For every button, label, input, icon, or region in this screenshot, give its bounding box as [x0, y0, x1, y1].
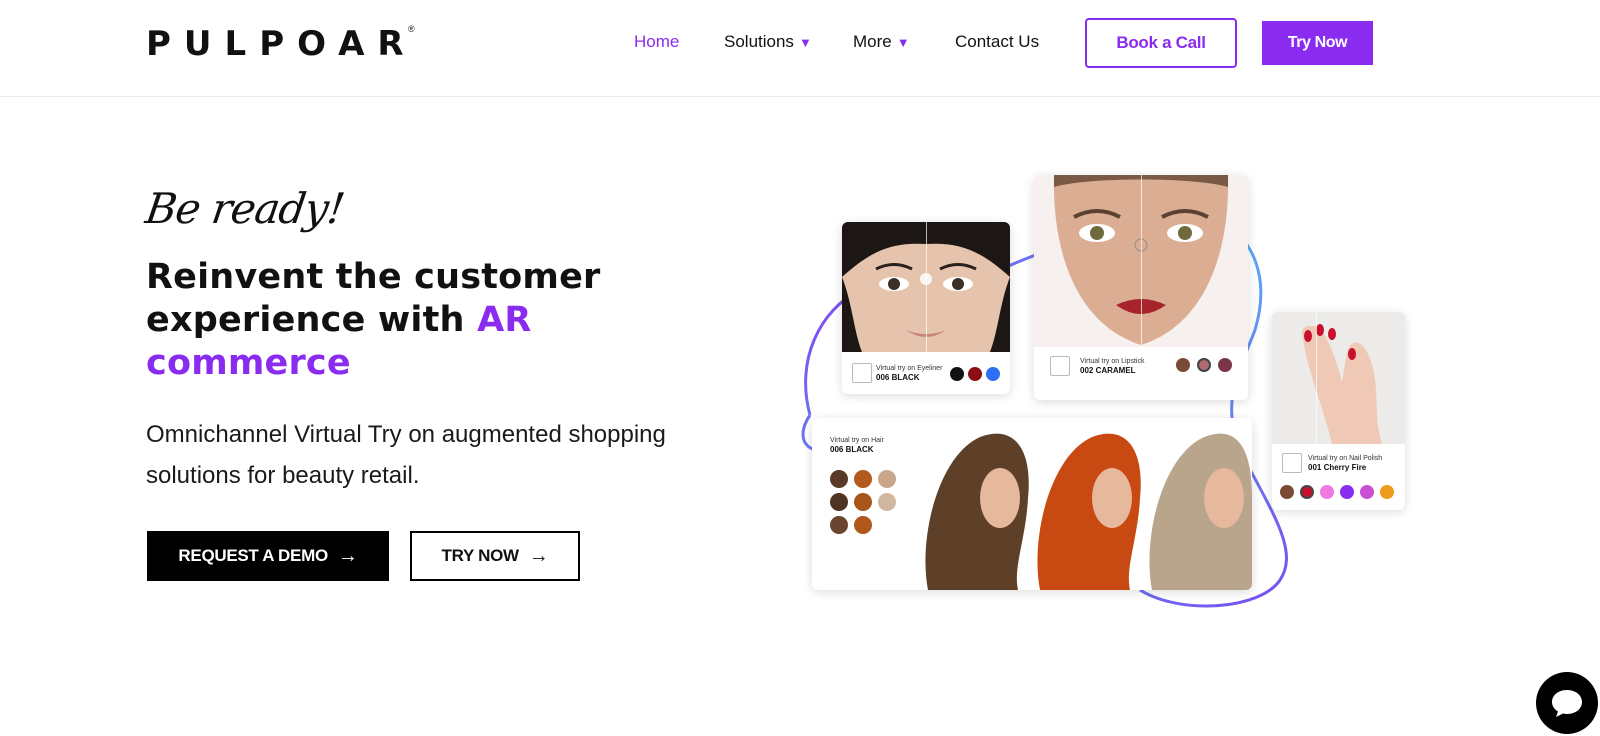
swatch-blue[interactable]	[986, 367, 1000, 381]
hair-swatch-5[interactable]	[854, 493, 872, 511]
hair-card[interactable]: Virtual try on Hair 006 BLACK	[812, 418, 1252, 590]
chat-bubble-icon	[1552, 690, 1582, 717]
hair-swatch-3[interactable]	[878, 470, 896, 488]
swatch-cherry-selected[interactable]	[1300, 485, 1314, 499]
headline-text: Reinvent the customer experience with	[146, 257, 601, 340]
nail-hand-photo	[1272, 312, 1405, 444]
swatch-brown[interactable]	[1280, 485, 1294, 499]
try-now-hero-button[interactable]: TRY NOW →	[410, 531, 580, 581]
swatch-dark-red[interactable]	[968, 367, 982, 381]
caret-down-icon: ▼	[896, 35, 910, 50]
lipstick-caption-text: Virtual try on Lipstick	[1080, 358, 1145, 365]
try-now-header-button[interactable]: Try Now	[1262, 21, 1373, 65]
eyeliner-product-thumb	[852, 363, 872, 383]
hair-swatch-4[interactable]	[830, 493, 848, 511]
swatch-magenta[interactable]	[1360, 485, 1374, 499]
pulpoar-logo[interactable]: PULPOAR ®	[146, 24, 417, 64]
swatch-pink[interactable]	[1320, 485, 1334, 499]
arrow-right-icon: →	[337, 544, 358, 567]
compare-divider[interactable]	[926, 222, 927, 352]
try-now-label: TRY NOW	[441, 546, 520, 565]
hero-subtext: Omnichannel Virtual Try on augmented sho…	[146, 421, 666, 489]
swatch-plum[interactable]	[1218, 358, 1232, 372]
eyeliner-caption-text: Virtual try on Eyeliner	[876, 365, 943, 372]
lipstick-card[interactable]: Virtual try on Lipstick 002 CARAMEL	[1034, 175, 1248, 400]
nav-solutions[interactable]: Solutions ▼	[724, 30, 812, 54]
swatch-purple[interactable]	[1340, 485, 1354, 499]
site-header: PULPOAR ® Home Solutions ▼ More ▼ Contact …	[0, 0, 1600, 97]
hero-headline: Reinvent the customer experience with AR…	[146, 256, 706, 385]
caret-down-icon: ▼	[798, 35, 812, 50]
nail-caption-text: Virtual try on Nail Polish	[1308, 455, 1383, 462]
nav-more-label: More	[853, 32, 892, 51]
nail-caption: Virtual try on Nail Polish 001 Cherry Fir…	[1308, 454, 1382, 472]
hero-tagline: Be ready!	[142, 184, 347, 233]
logo-wordmark: PULPOAR	[146, 24, 417, 64]
hair-model-photos	[918, 418, 1252, 590]
eyeliner-product-name: 006 BLACK	[876, 373, 920, 382]
swatch-brown[interactable]	[1176, 358, 1190, 372]
hair-swatch-6[interactable]	[878, 493, 896, 511]
nav-home[interactable]: Home	[634, 30, 679, 54]
request-demo-label: REQUEST A DEMO	[178, 546, 328, 565]
hair-caption: Virtual try on Hair 006 BLACK	[830, 436, 884, 454]
chat-launcher-button[interactable]	[1536, 672, 1598, 734]
lipstick-product-name: 002 CARAMEL	[1080, 366, 1136, 375]
compare-divider[interactable]	[1141, 175, 1142, 347]
nail-product-thumb	[1282, 453, 1302, 473]
hair-swatch-8[interactable]	[854, 516, 872, 534]
hair-caption-text: Virtual try on Hair	[830, 437, 884, 444]
nav-solutions-label: Solutions	[724, 32, 794, 51]
swatch-orange[interactable]	[1380, 485, 1394, 499]
hair-swatch-1[interactable]	[830, 470, 848, 488]
compare-divider[interactable]	[1316, 312, 1317, 444]
ar-try-on-collage: Virtual try on Eyeliner 006 BLACK Virtual…	[800, 170, 1410, 620]
swatch-caramel-selected[interactable]	[1197, 358, 1211, 372]
book-a-call-button[interactable]: Book a Call	[1085, 18, 1237, 68]
swatch-black[interactable]	[950, 367, 964, 381]
nail-product-name: 001 Cherry Fire	[1308, 463, 1367, 472]
registered-mark: ®	[407, 24, 415, 34]
request-demo-button[interactable]: REQUEST A DEMO →	[147, 531, 389, 581]
hair-swatch-7[interactable]	[830, 516, 848, 534]
eyeliner-caption: Virtual try on Eyeliner 006 BLACK	[876, 364, 942, 382]
nail-polish-card[interactable]: Virtual try on Nail Polish 001 Cherry Fir…	[1272, 312, 1405, 510]
lipstick-caption: Virtual try on Lipstick 002 CARAMEL	[1080, 357, 1144, 375]
hair-product-name: 006 BLACK	[830, 445, 874, 454]
hair-swatch-2[interactable]	[854, 470, 872, 488]
nav-contact[interactable]: Contact Us	[955, 30, 1039, 54]
arrow-right-icon: →	[528, 544, 549, 567]
lipstick-product-thumb	[1050, 356, 1070, 376]
nav-more[interactable]: More ▼	[853, 30, 910, 54]
eyeliner-card[interactable]: Virtual try on Eyeliner 006 BLACK	[842, 222, 1010, 394]
